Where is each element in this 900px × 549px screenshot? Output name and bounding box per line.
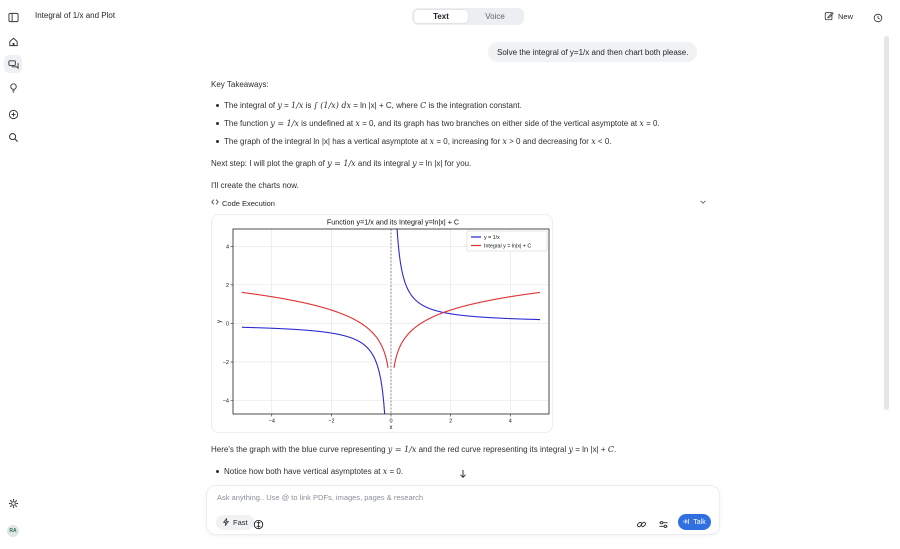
chevron-down-icon[interactable]	[699, 198, 707, 208]
y-tick-label: 0	[226, 321, 229, 327]
link-icon[interactable]	[636, 517, 647, 528]
user-message: Solve the integral of y=1/x and then cha…	[488, 42, 698, 62]
bullet-dot	[216, 140, 219, 143]
scrollbar[interactable]	[884, 36, 889, 410]
new-chat-label: New	[838, 12, 854, 21]
app-root: RA Integral of 1/x and Plot Text Voice N…	[0, 0, 900, 549]
x-tick-label: 4	[509, 419, 512, 425]
gear-icon[interactable]	[4, 494, 22, 512]
x-tick-label: −2	[328, 419, 334, 425]
y-tick-label: 4	[226, 244, 229, 250]
bullet-dot	[216, 470, 219, 473]
series-line-integral	[393, 291, 541, 368]
message-input[interactable]: Ask anything.. Use @ to link PDFs, image…	[217, 493, 423, 502]
chart-explanation: Here's the graph with the blue curve rep…	[211, 445, 617, 454]
add-circle-icon[interactable]	[4, 105, 22, 123]
home-icon[interactable]	[4, 32, 22, 50]
bullet-asymptote: Notice how both have vertical asymptotes…	[224, 467, 404, 476]
x-tick-label: 0	[389, 419, 392, 425]
code-icon	[211, 198, 219, 208]
code-execution-toggle[interactable]: Code Execution	[211, 197, 707, 209]
legend-label: Integral y = ln|x| + C	[484, 244, 531, 250]
series-line-reciprocal	[241, 326, 386, 414]
bullet-dot	[216, 122, 219, 125]
chart-y-label: y	[217, 320, 223, 323]
scroll-down-arrow-icon[interactable]	[457, 467, 469, 479]
sidebar-toggle-icon[interactable]	[4, 8, 22, 26]
tab-text[interactable]: Text	[414, 10, 468, 23]
x-tick-label: −4	[269, 419, 275, 425]
code-execution-label: Code Execution	[222, 198, 275, 208]
chats-icon[interactable]	[4, 55, 22, 73]
mode-switch: Text Voice	[412, 8, 524, 25]
x-tick-label: 2	[449, 419, 452, 425]
talk-button[interactable]: Talk	[678, 514, 711, 530]
series-line-reciprocal	[396, 229, 541, 321]
fast-label: Fast	[233, 518, 248, 527]
model-selector-icon[interactable]	[253, 517, 264, 530]
edit-icon	[824, 11, 834, 23]
bullet-graph: The graph of the integral ln |x| has a v…	[224, 137, 612, 146]
settings-sliders-icon[interactable]	[658, 517, 669, 528]
left-sidebar: RA	[0, 0, 26, 549]
y-tick-label: 2	[226, 283, 229, 289]
chart-card: Function y=1/x and its Integral y=ln|x| …	[211, 214, 553, 433]
waveform-icon	[683, 518, 690, 527]
bullet-function: The function y = 1/x is undefined at x =…	[224, 119, 660, 128]
function-chart: Function y=1/x and its Integral y=ln|x| …	[217, 218, 550, 431]
lightning-icon	[222, 517, 230, 528]
talk-label: Talk	[693, 518, 706, 526]
new-chat-button[interactable]: New	[824, 9, 853, 24]
chart-title: Function y=1/x and its Integral y=ln|x| …	[327, 218, 459, 227]
create-charts-text: I'll create the charts now.	[211, 181, 299, 190]
chart-x-label: x	[390, 425, 393, 431]
y-tick-label: −2	[223, 360, 229, 366]
fast-mode-button[interactable]: Fast	[216, 515, 254, 530]
bullet-integral: The integral of y = 1/x is ∫ (1/x) dx = …	[224, 101, 522, 110]
y-tick-label: −4	[223, 399, 229, 405]
page-title: Integral of 1/x and Plot	[35, 11, 116, 20]
chart-legend: y = 1/x Integral y = ln|x| + C	[466, 230, 548, 252]
history-icon[interactable]	[873, 10, 883, 28]
search-icon[interactable]	[4, 128, 22, 146]
composer: Ask anything.. Use @ to link PDFs, image…	[206, 485, 720, 535]
avatar[interactable]: RA	[7, 525, 19, 537]
lightbulb-icon[interactable]	[4, 78, 22, 96]
tab-voice[interactable]: Voice	[468, 10, 522, 23]
next-step-text: Next step: I will plot the graph of y = …	[211, 159, 472, 168]
legend-label: y = 1/x	[484, 235, 500, 241]
bullet-dot	[216, 104, 219, 107]
takeaways-heading: Key Takeaways:	[211, 80, 269, 89]
series-line-integral	[241, 291, 389, 368]
chart-ticks: −4 −2 0 2 4 −4 −2 0 2 4	[223, 244, 512, 424]
